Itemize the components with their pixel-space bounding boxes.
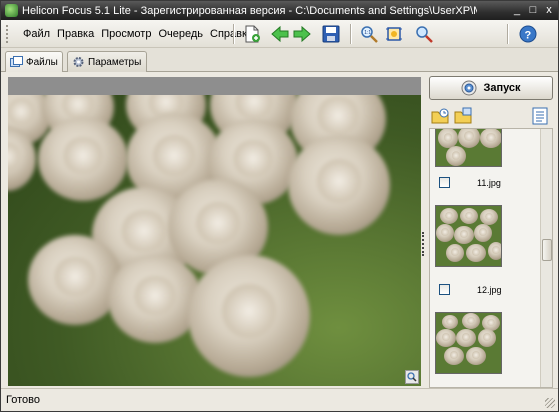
egg-shape (460, 208, 478, 224)
menu-queue[interactable]: Очередь (158, 28, 203, 40)
status-text: Готово (6, 394, 40, 406)
egg-shape (462, 313, 480, 329)
file-name: 11.jpg (477, 177, 501, 188)
egg-shape (188, 255, 310, 377)
image-header-strip (8, 77, 421, 95)
forward-button[interactable] (292, 24, 312, 44)
egg-shape (436, 329, 456, 347)
scrollbar-thumb[interactable] (542, 239, 552, 261)
minimize-button[interactable]: _ (509, 4, 525, 17)
maximize-button[interactable]: □ (525, 4, 541, 17)
file-name: 12.jpg (477, 284, 502, 295)
resize-grip[interactable] (545, 398, 555, 408)
egg-shape (38, 117, 128, 201)
menu-view[interactable]: Просмотр (101, 28, 151, 40)
thumbnail-scrollbar[interactable] (540, 129, 552, 387)
start-label: Запуск (483, 82, 521, 94)
egg-shape (456, 329, 476, 347)
start-button[interactable]: Запуск (429, 76, 553, 100)
save-icon (322, 25, 340, 43)
forward-arrow-icon (293, 25, 311, 43)
gear-icon (73, 57, 84, 67)
egg-shape (108, 255, 202, 343)
window-title: Helicon Focus 5.1 Lite - Зарегистрирован… (22, 4, 477, 17)
egg-shape (488, 242, 501, 260)
status-bar: Готово (1, 388, 558, 411)
thumbnail-list[interactable]: 11.jpg 12.jpg (429, 128, 553, 388)
egg-shape (480, 129, 501, 148)
egg-shape (478, 329, 496, 347)
zoom-button[interactable] (414, 24, 434, 44)
egg-shape (466, 244, 486, 262)
egg-shape (454, 226, 474, 244)
app-window: Helicon Focus 5.1 Lite - Зарегистрирован… (0, 0, 559, 412)
egg-shape (288, 135, 390, 235)
tab-parameters[interactable]: Параметры (67, 51, 147, 72)
zoom-fit-icon: 1:1 (361, 26, 378, 43)
new-document-button[interactable] (242, 24, 262, 44)
help-button[interactable]: ? (518, 24, 538, 44)
file-list-icon[interactable] (531, 107, 549, 125)
egg-shape (436, 224, 454, 242)
svg-text:?: ? (525, 30, 532, 42)
app-icon (5, 4, 18, 17)
egg-shape (446, 146, 466, 166)
egg-shape (458, 129, 480, 148)
egg-shape (480, 209, 498, 225)
back-arrow-icon (271, 25, 289, 43)
magnifier-icon (407, 372, 417, 382)
start-icon (461, 80, 477, 96)
tab-strip: Файлы Параметры (1, 48, 558, 72)
add-folder-icon[interactable] (454, 107, 472, 125)
file-panel-toolbar (429, 105, 553, 127)
list-item[interactable]: 12.jpg (439, 284, 502, 295)
egg-shape (466, 347, 486, 365)
save-button[interactable] (321, 24, 341, 44)
menu-edit[interactable]: Правка (57, 28, 94, 40)
egg-shape (438, 129, 458, 148)
file-checkbox[interactable] (439, 177, 450, 188)
egg-shape (440, 208, 458, 224)
thumbnail-image[interactable] (435, 312, 502, 374)
open-recent-icon[interactable] (431, 107, 449, 125)
zoom-icon (416, 26, 433, 43)
crop-icon (386, 27, 402, 41)
egg-shape (28, 235, 122, 325)
tab-files-label: Файлы (26, 56, 58, 68)
menu-file[interactable]: Файл (23, 28, 50, 40)
tab-files[interactable]: Файлы (5, 51, 63, 72)
crop-button[interactable] (384, 24, 404, 44)
file-panel: Запуск 11.jpg 12.jpg (429, 76, 553, 388)
new-document-icon (245, 25, 260, 43)
egg-shape (442, 315, 458, 329)
files-icon (10, 56, 23, 67)
egg-shape (474, 224, 492, 242)
toolbar-separator (233, 24, 235, 44)
egg-shape (446, 244, 464, 262)
back-button[interactable] (270, 24, 290, 44)
toolbar-separator (507, 24, 509, 44)
list-item[interactable]: 11.jpg (439, 177, 501, 188)
svg-text:1:1: 1:1 (364, 30, 371, 36)
image-preview[interactable] (8, 95, 421, 386)
thumbnail-image[interactable] (435, 205, 502, 267)
menu-toolbar: Файл Правка Просмотр Очередь Справка 1:1 (1, 20, 558, 48)
menu-bar: Файл Правка Просмотр Очередь Справка (23, 20, 260, 48)
help-icon: ? (519, 25, 537, 43)
tab-parameters-label: Параметры (88, 56, 142, 68)
toolbar-separator (350, 24, 352, 44)
toolbar-grip[interactable] (6, 25, 10, 43)
zoom-fit-button[interactable]: 1:1 (359, 24, 379, 44)
file-checkbox[interactable] (439, 284, 450, 295)
title-bar[interactable]: Helicon Focus 5.1 Lite - Зарегистрирован… (1, 1, 558, 20)
panel-splitter[interactable] (422, 232, 425, 256)
egg-shape (444, 347, 464, 365)
zoom-corner-button[interactable] (405, 370, 419, 384)
thumbnail-image[interactable] (435, 129, 502, 167)
close-button[interactable]: x (541, 4, 557, 17)
workspace: Запуск 11.jpg 12.jpg (1, 72, 558, 388)
